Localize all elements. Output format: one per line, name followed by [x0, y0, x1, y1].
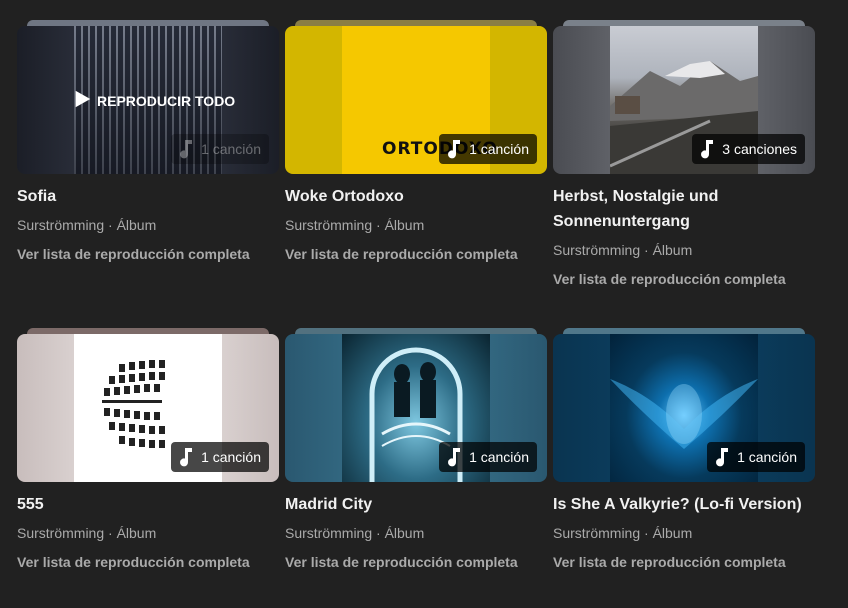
album-title[interactable]: Madrid City	[285, 492, 547, 517]
music-note-icon	[177, 139, 195, 159]
album-thumbnail[interactable]: 1 canción	[285, 328, 547, 482]
music-note-icon	[445, 139, 463, 159]
music-note-icon	[445, 447, 463, 467]
song-count: 1 canción	[469, 141, 529, 157]
album-card-sofia[interactable]: REPRODUCIR TODO 1 canción Sofia Surström…	[17, 20, 279, 328]
music-note-icon	[698, 139, 716, 159]
view-full-playlist-link[interactable]: Ver lista de reproducción completa	[285, 244, 547, 264]
song-count-badge: 3 canciones	[692, 134, 805, 164]
album-thumbnail[interactable]: 1 canción	[553, 328, 815, 482]
song-count-badge: 1 canción	[171, 134, 269, 164]
play-all-button[interactable]: REPRODUCIR TODO	[71, 88, 235, 113]
song-count: 1 canción	[201, 449, 261, 465]
song-count: 1 canción	[737, 449, 797, 465]
album-thumbnail[interactable]: 3 canciones	[553, 20, 815, 174]
song-count: 1 canción	[201, 141, 261, 157]
album-meta: Surströmming · Álbum	[17, 525, 157, 541]
album-card-valkyrie[interactable]: 1 canción Is She A Valkyrie? (Lo-fi Vers…	[553, 328, 815, 608]
music-note-icon	[713, 447, 731, 467]
album-card-woke-ortodoxo[interactable]: ORTODOXO 1 canción Woke Ortodoxo Surströ…	[285, 20, 547, 328]
album-meta: Surströmming · Álbum	[553, 242, 693, 258]
music-note-icon	[177, 447, 195, 467]
album-grid: REPRODUCIR TODO 1 canción Sofia Surström…	[17, 20, 815, 608]
song-count-badge: 1 canción	[439, 442, 537, 472]
album-thumbnail[interactable]: 1 canción	[17, 328, 279, 482]
album-card-555[interactable]: 1 canción 555 Surströmming · Álbum Ver l…	[17, 328, 279, 608]
song-count: 1 canción	[469, 449, 529, 465]
album-title[interactable]: Is She A Valkyrie? (Lo-fi Version)	[553, 492, 815, 517]
album-thumbnail[interactable]: ORTODOXO 1 canción	[285, 20, 547, 174]
album-thumbnail[interactable]: REPRODUCIR TODO 1 canción	[17, 20, 279, 174]
song-count-badge: 1 canción	[707, 442, 805, 472]
song-count: 3 canciones	[722, 141, 797, 157]
album-meta: Surströmming · Álbum	[553, 525, 693, 541]
play-all-label: REPRODUCIR TODO	[97, 92, 236, 109]
album-meta: Surströmming · Álbum	[17, 217, 157, 233]
album-title[interactable]: 555	[17, 492, 279, 517]
view-full-playlist-link[interactable]: Ver lista de reproducción completa	[553, 552, 815, 572]
view-full-playlist-link[interactable]: Ver lista de reproducción completa	[17, 552, 279, 572]
album-title[interactable]: Woke Ortodoxo	[285, 184, 547, 209]
song-count-badge: 1 canción	[439, 134, 537, 164]
album-title[interactable]: Sofia	[17, 184, 279, 209]
album-title[interactable]: Herbst, Nostalgie und Sonnenuntergang	[553, 184, 815, 234]
play-icon	[71, 88, 93, 113]
view-full-playlist-link[interactable]: Ver lista de reproducción completa	[17, 244, 279, 264]
album-card-herbst[interactable]: 3 canciones Herbst, Nostalgie und Sonnen…	[553, 20, 815, 328]
album-meta: Surströmming · Álbum	[285, 217, 425, 233]
view-full-playlist-link[interactable]: Ver lista de reproducción completa	[285, 552, 547, 572]
view-full-playlist-link[interactable]: Ver lista de reproducción completa	[553, 269, 815, 289]
album-card-madrid-city[interactable]: 1 canción Madrid City Surströmming · Álb…	[285, 328, 547, 608]
song-count-badge: 1 canción	[171, 442, 269, 472]
album-meta: Surströmming · Álbum	[285, 525, 425, 541]
